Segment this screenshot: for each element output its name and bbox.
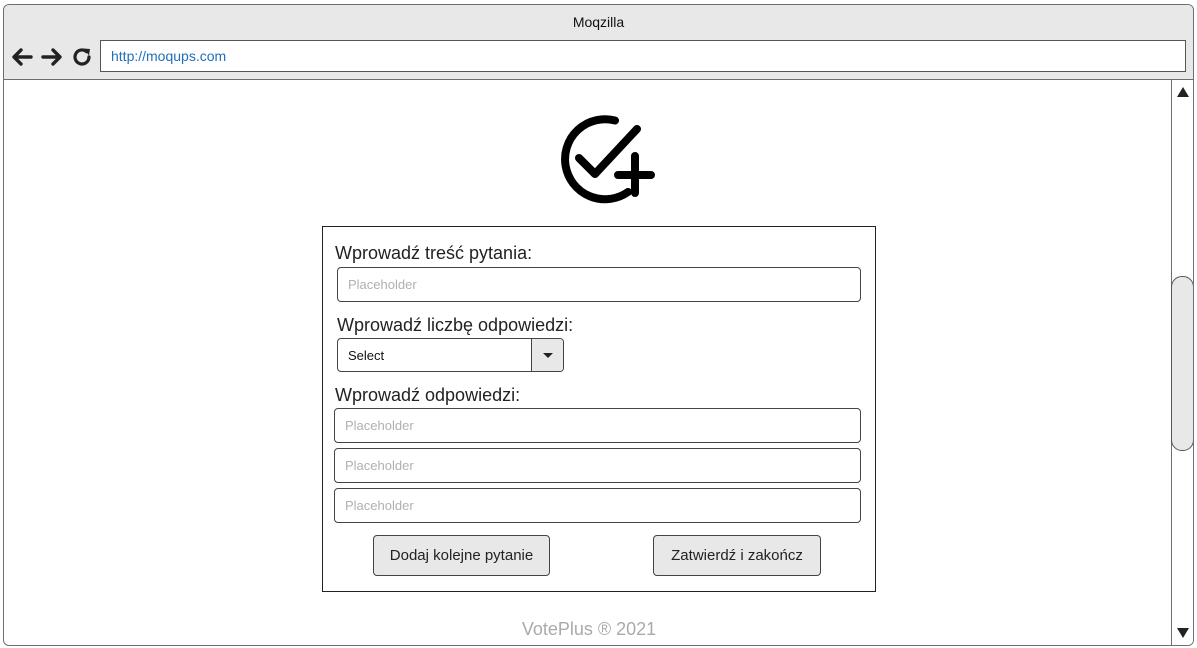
check-circle-plus-icon <box>555 109 655 209</box>
window-title: Moqzilla <box>572 14 625 30</box>
add-question-button[interactable]: Dodaj kolejne pytanie <box>373 535 550 576</box>
chevron-down-icon[interactable] <box>531 339 563 371</box>
answer-input-1[interactable] <box>334 408 861 443</box>
answer-count-label: Wprowadź liczbę odpowiedzi: <box>337 315 574 335</box>
footer-copyright: VotePlus ® 2021 <box>521 619 657 639</box>
answer-count-select-value: Select <box>348 348 385 363</box>
answer-input-2[interactable] <box>334 448 861 483</box>
browser-window: Moqzilla http://moqups.com Wprowadź treś… <box>3 4 1194 646</box>
answer-count-select[interactable]: Select <box>337 338 564 372</box>
scroll-up-arrow-icon[interactable] <box>1172 82 1193 102</box>
reload-icon[interactable] <box>70 45 94 69</box>
scrollbar-thumb[interactable] <box>1171 276 1193 451</box>
finish-button[interactable]: Zatwierdź i zakończ <box>653 535 821 576</box>
url-input[interactable]: http://moqups.com <box>100 40 1186 72</box>
question-input[interactable] <box>337 267 861 302</box>
arrow-right-icon[interactable] <box>40 45 64 69</box>
arrow-left-icon[interactable] <box>10 45 34 69</box>
poll-form: Wprowadź treść pytania: Wprowadź liczbę … <box>322 226 876 592</box>
vertical-scrollbar[interactable] <box>1171 80 1193 645</box>
question-label: Wprowadź treść pytania: <box>335 243 533 263</box>
browser-titlebar: Moqzilla http://moqups.com <box>4 5 1193 80</box>
answer-input-3[interactable] <box>334 488 861 523</box>
answers-label: Wprowadź odpowiedzi: <box>335 385 521 405</box>
scroll-down-arrow-icon[interactable] <box>1172 623 1193 643</box>
